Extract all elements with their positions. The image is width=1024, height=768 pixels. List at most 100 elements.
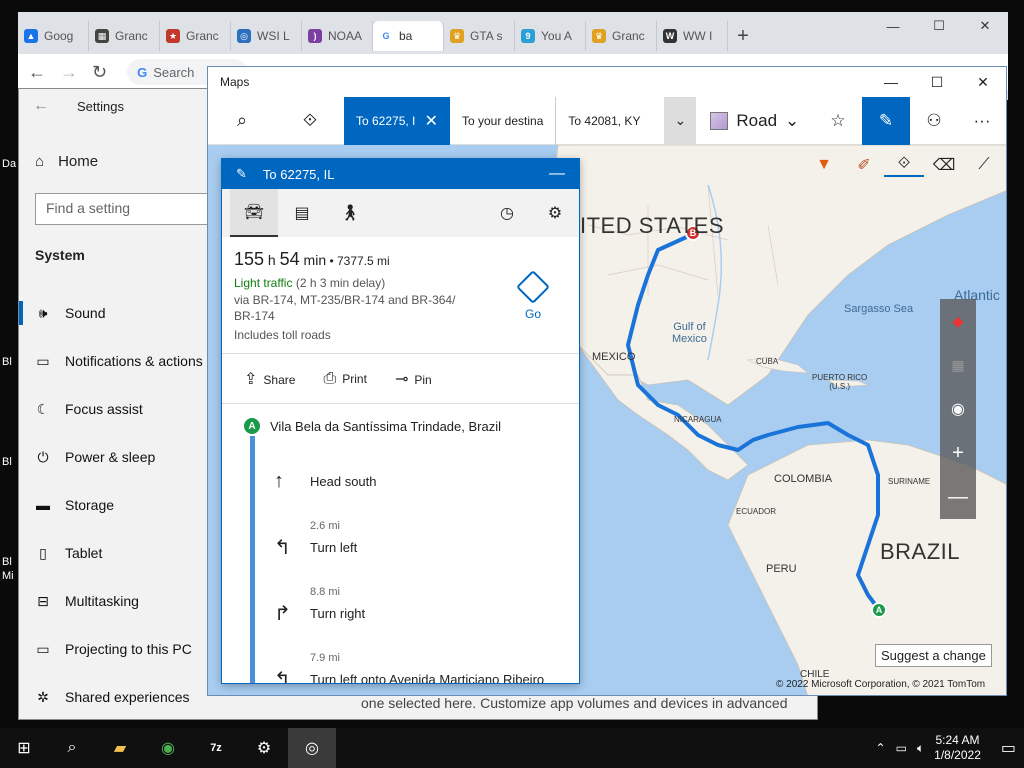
browser-tab[interactable]: ) NOAA bbox=[302, 21, 373, 51]
origin-pin-a[interactable]: A bbox=[871, 602, 887, 618]
browser-tab[interactable]: W WW I bbox=[657, 21, 728, 51]
direction-step[interactable]: 7.9 mi ↰ Turn left onto Avenida Marticia… bbox=[244, 646, 579, 683]
minimize-icon[interactable]: — bbox=[868, 67, 914, 97]
browser-tab[interactable]: ★ Granc bbox=[160, 21, 231, 51]
direction-step[interactable]: 8.8 mi ↱ Turn right bbox=[244, 580, 579, 646]
close-icon[interactable]: ✕ bbox=[960, 67, 1006, 97]
directions-icon[interactable]: ⟐ bbox=[276, 97, 344, 145]
browser-tab[interactable]: ▲ Goog bbox=[18, 21, 89, 51]
windows-start-icon[interactable]: ⊞ bbox=[0, 728, 48, 768]
direction-step[interactable]: 2.6 mi ↰ Turn left bbox=[244, 514, 579, 580]
browser-tab-active[interactable]: Gba bbox=[373, 21, 444, 51]
browser-tab[interactable]: ◎ WSI L bbox=[231, 21, 302, 51]
zoom-out-icon[interactable]: — bbox=[940, 475, 976, 519]
desktop-icon-label[interactable]: Da bbox=[2, 158, 16, 170]
desktop-icon-label[interactable]: Bl bbox=[2, 356, 12, 368]
settings-home[interactable]: ⌂ Home bbox=[35, 153, 98, 170]
chevron-down-icon[interactable]: ⌄ bbox=[664, 96, 697, 145]
desktop-icon-label[interactable]: Bl bbox=[2, 456, 12, 468]
start-location[interactable]: A Vila Bela da Santíssima Trindade, Braz… bbox=[244, 404, 579, 448]
new-tab-button[interactable]: + bbox=[728, 25, 758, 48]
eraser-icon[interactable]: ⌫ bbox=[924, 153, 964, 177]
browser-tab[interactable]: 9 You A bbox=[515, 21, 586, 51]
maximize-icon[interactable]: ☐ bbox=[916, 12, 962, 40]
close-icon[interactable]: ✕ bbox=[962, 12, 1008, 40]
sign-in-icon[interactable]: ⚇ bbox=[910, 97, 958, 145]
back-arrow-icon[interactable]: ← bbox=[33, 97, 49, 115]
noaa-icon: ) bbox=[308, 29, 322, 43]
browser-tab[interactable]: ♛ Granc bbox=[586, 21, 657, 51]
nav-item-multitasking[interactable]: ⊟ Multitasking bbox=[19, 577, 219, 625]
tab-directions[interactable]: To your destina bbox=[450, 96, 557, 145]
desktop-icon-label[interactable]: Mi bbox=[2, 570, 14, 582]
turn-right-icon: ↱ bbox=[274, 602, 291, 625]
zoom-in-icon[interactable]: + bbox=[940, 431, 976, 475]
nav-item-notifications[interactable]: ▭ Notifications & actions bbox=[19, 337, 219, 385]
chevron-up-icon[interactable]: ⌃ bbox=[876, 741, 886, 755]
directions-panel: ✎ To 62275, IL — 🚘︎ ▤ 🚶︎ ◷ ⚙ 155 h 54 mi… bbox=[221, 158, 580, 684]
go-button[interactable]: Go bbox=[516, 270, 550, 321]
back-icon[interactable]: ← bbox=[28, 62, 46, 83]
file-explorer-icon[interactable]: ▰ bbox=[96, 728, 144, 768]
direction-step[interactable]: ↑ Head south bbox=[244, 448, 579, 514]
map-label-ecuador: ECUADOR bbox=[736, 507, 777, 516]
minimize-icon[interactable]: — bbox=[870, 12, 916, 40]
collapse-icon[interactable]: — bbox=[549, 165, 565, 183]
route-distance: 7377.5 mi bbox=[336, 254, 390, 268]
nav-item-projecting[interactable]: ▭ Projecting to this PC bbox=[19, 625, 219, 673]
share-button[interactable]: ⇪ Share bbox=[244, 369, 295, 389]
toolbar-right: ☆ ✎ ⚇ ··· bbox=[814, 96, 1006, 145]
directions-pen-icon[interactable]: ⟐ bbox=[884, 153, 924, 177]
nav-item-shared[interactable]: ✲ Shared experiences bbox=[19, 673, 219, 721]
forward-icon[interactable]: → bbox=[60, 62, 78, 83]
edit-icon[interactable]: ✎ bbox=[236, 166, 247, 182]
pin-button[interactable]: ⊸ Pin bbox=[395, 369, 432, 389]
find-setting-input[interactable]: Find a setting bbox=[35, 193, 235, 225]
go-icon bbox=[516, 270, 550, 304]
clock[interactable]: 5:24 AM 1/8/2022 bbox=[934, 733, 981, 763]
browser-tab[interactable]: ▦ Granc bbox=[89, 21, 160, 51]
nav-item-power[interactable]: ⏻ Power & sleep bbox=[19, 433, 219, 481]
route-summary[interactable]: 155 h 54 min • 7377.5 mi Light traffic (… bbox=[222, 237, 579, 354]
ink-icon[interactable]: ✎ bbox=[862, 96, 910, 145]
compass-icon[interactable]: ◆ bbox=[940, 299, 976, 343]
tab-directions-active[interactable]: To 62275, I ✕ bbox=[344, 96, 450, 145]
print-icon: ⎙ bbox=[323, 369, 337, 387]
car-icon[interactable]: 🚘︎ bbox=[230, 189, 278, 237]
map-view-selector[interactable]: Road ⌄ bbox=[696, 111, 813, 131]
map-label-nicaragua: NICARAGUA bbox=[674, 415, 722, 424]
notifications-icon[interactable]: ▭ bbox=[1001, 738, 1016, 758]
locate-icon[interactable]: ◉ bbox=[940, 387, 976, 431]
ballpoint-icon[interactable]: ▼ bbox=[804, 153, 844, 177]
nav-item-tablet[interactable]: ▯ Tablet bbox=[19, 529, 219, 577]
reload-icon[interactable]: ↻ bbox=[92, 62, 107, 83]
tilt-icon[interactable]: ▦ bbox=[940, 343, 976, 387]
nav-item-storage[interactable]: ▬ Storage bbox=[19, 481, 219, 529]
suggest-change-button[interactable]: Suggest a change bbox=[875, 644, 992, 667]
maximize-icon[interactable]: ☐ bbox=[914, 67, 960, 97]
7zip-icon[interactable]: 7z bbox=[192, 728, 240, 768]
ruler-icon[interactable]: ⟋ bbox=[964, 153, 1004, 177]
walking-icon[interactable]: 🚶︎ bbox=[326, 189, 374, 237]
network-icon[interactable]: ▭ bbox=[896, 741, 907, 755]
transit-icon[interactable]: ▤ bbox=[278, 189, 326, 237]
settings-gear-icon[interactable]: ⚙ bbox=[531, 189, 579, 237]
print-button[interactable]: ⎙ Print bbox=[323, 370, 367, 388]
volume-muted-icon[interactable]: 🔈︎ bbox=[917, 741, 924, 756]
more-icon[interactable]: ··· bbox=[958, 97, 1006, 145]
moon-icon: ☾ bbox=[36, 400, 50, 417]
settings-gear-icon[interactable]: ⚙ bbox=[240, 728, 288, 768]
search-icon[interactable]: ⌕ bbox=[208, 97, 276, 145]
favorites-icon[interactable]: ☆ bbox=[814, 97, 862, 145]
nav-item-focus-assist[interactable]: ☾ Focus assist bbox=[19, 385, 219, 433]
desktop-icon-label[interactable]: Bl bbox=[2, 556, 12, 568]
maps-icon[interactable]: ◎ bbox=[288, 728, 336, 768]
clock-icon[interactable]: ◷ bbox=[483, 189, 531, 237]
close-icon[interactable]: ✕ bbox=[425, 111, 438, 131]
chrome-icon[interactable]: ◉ bbox=[144, 728, 192, 768]
pencil-icon[interactable]: ✐ bbox=[844, 153, 884, 177]
browser-tab[interactable]: ♛ GTA s bbox=[444, 21, 515, 51]
search-icon[interactable]: ⌕ bbox=[48, 728, 96, 768]
tab-directions[interactable]: To 42081, KY bbox=[556, 97, 664, 145]
nav-item-sound[interactable]: 🕪 Sound bbox=[19, 289, 219, 337]
